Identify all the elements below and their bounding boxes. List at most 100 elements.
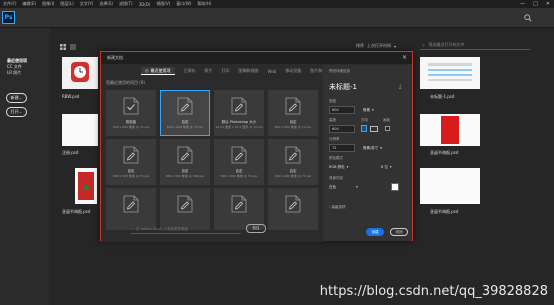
preset-card[interactable]: 剪贴板 800 x 600 像素 @ 72 ppi [106,90,156,136]
recent-file-name[interactable]: RBW.psd [62,94,79,99]
menu-help[interactable]: 帮助(H) [194,1,214,7]
chevron-down-icon: ▾ [380,146,382,150]
app-bar: Ps [0,8,554,28]
window-controls: — □ ✕ [520,0,550,8]
recent-file-thumb[interactable] [420,114,480,146]
menu-view[interactable]: 视图(V) [153,1,173,7]
preset-card[interactable] [268,188,318,234]
open-document-button[interactable]: 打开... [6,107,27,117]
recent-file-name[interactable]: 圣诞节海报.psd [430,209,458,215]
document-icon [285,146,301,164]
sort-control[interactable]: 排序 上次打开时间 ▾ [356,43,396,49]
document-icon [123,195,139,213]
go-button[interactable]: 前往 [246,224,266,233]
menu-3d[interactable]: 3D(D) [136,2,154,7]
grid-view-icon[interactable] [60,44,66,50]
menu-filter[interactable]: 滤镜(T) [116,1,136,7]
create-button[interactable]: 创建 [366,228,384,236]
preset-size: 460 x 460 像素 @ 72 ppi [274,174,312,178]
document-icon [177,195,193,213]
preset-size: 800 x 500 像素 @ 72 ppi [112,174,150,178]
menu-type[interactable]: 文字(Y) [77,1,97,7]
preset-tabs: ◷ 最近使用项 已保存 照片 打印 图稿和插图 Web 移动设备 胶片和视频 [141,67,330,75]
close-dialog-button[interactable]: 关闭 [390,228,408,236]
preset-size: 600 x 600 像素 @ 72 ppi [166,125,204,129]
menu-select[interactable]: 选择(S) [96,1,116,7]
nav-lr-photos[interactable]: LR 照片 [7,70,50,76]
preset-card[interactable]: 自定 460 x 460 像素 @ 72 ppi [268,139,318,185]
document-icon [285,97,301,115]
recent-file-thumb[interactable] [62,57,98,89]
resolution-input[interactable]: 72 [329,144,355,152]
artboard-checkbox[interactable] [385,126,390,131]
document-icon [285,195,301,213]
document-icon [231,97,247,115]
search-icon[interactable] [524,14,532,22]
search-icon: ⌕ [131,227,133,231]
close-icon[interactable]: × [402,54,407,61]
width-input[interactable]: 600 [329,106,355,114]
menu-image[interactable]: 图像(I) [39,1,57,7]
filter-recent-files[interactable]: ⊤ 筛选最近打开的文件 [420,41,530,50]
height-input[interactable]: 600 [329,125,355,133]
tab-mobile[interactable]: 移动设备 [285,67,301,75]
recent-file-name[interactable]: 圣诞节海报.psd [430,150,458,156]
menu-file[interactable]: 文件(F) [0,1,19,7]
color-mode-select[interactable]: RGB 颜色 ▾ [329,163,348,171]
preset-card[interactable]: 自定 800 x 500 像素 @ 72 ppi [214,139,264,185]
advanced-options-toggle[interactable]: › 高级选项 [329,205,346,210]
preset-card[interactable]: 自定 800 x 500 像素 @ 300 ppi [160,139,210,185]
preset-card[interactable]: 默认 Photoshop 大小 16.51 厘米 x 21.5 厘米 @ 72 p… [214,90,264,136]
width-unit-select[interactable]: 像素 ▾ [363,106,374,114]
landscape-orientation-icon[interactable] [370,126,378,132]
preset-size: 16.51 厘米 x 21.5 厘米 @ 72 ppi [215,125,263,129]
menu-bar: 文件(F) 编辑(E) 图像(I) 图层(L) 文字(Y) 选择(S) 滤镜(T… [0,0,554,8]
document-icon [177,146,193,164]
recent-file-name[interactable]: 注册.psd [62,150,78,156]
recent-file-thumb[interactable] [62,114,98,146]
filter-placeholder: 筛选最近打开的文件 [428,42,465,47]
background-color-swatch[interactable] [391,183,399,191]
background-select[interactable]: 白色 ▾ [329,183,358,191]
preset-card[interactable]: 自定 600 x 600 像素 @ 72 ppi [160,90,210,136]
tab-art-illustration[interactable]: 图稿和插图 [239,67,259,75]
list-view-icon[interactable] [70,44,76,50]
resolution-unit-select[interactable]: 像素/英寸 ▾ [363,144,382,152]
recent-file-thumb[interactable] [420,57,480,89]
maximize-button[interactable]: □ [533,1,538,7]
dialog-titlebar: 新建文档 × [101,52,412,64]
tab-recent[interactable]: ◷ 最近使用项 [141,67,175,75]
start-nav: 最近使用项 CC 文件 LR 照片 [0,58,50,76]
color-mode-label: 颜色模式 [329,156,343,160]
width-label: 宽度 [329,99,336,103]
document-name[interactable]: 未标题-1 [329,82,357,92]
close-window-button[interactable]: ✕ [546,1,550,7]
start-sidebar: 最近使用项 CC 文件 LR 照片 新建... 打开... [0,28,50,305]
preset-card[interactable]: 自定 800 x 800 像素 @ 72 ppi [268,90,318,136]
chevron-down-icon: ▾ [394,43,397,49]
watermark-url: https://blog.csdn.net/qq_39828828 [319,284,548,299]
menu-window[interactable]: 窗口(W) [173,1,194,7]
tab-print[interactable]: 打印 [222,67,230,75]
recent-file-thumb[interactable] [75,168,97,204]
chevron-down-icon: ▾ [389,165,392,169]
recent-file-name[interactable]: 未标题-1.psd [430,94,454,100]
tab-photo[interactable]: 照片 [205,67,213,75]
save-preset-icon[interactable]: ⤓ [399,84,401,90]
clock-icon: ◷ [145,68,149,73]
tab-saved[interactable]: 已保存 [184,67,196,75]
new-document-button[interactable]: 新建... [6,93,27,103]
stock-search-input[interactable]: ⌕ 在 Adobe Stock 上查找更多模板 [131,225,241,234]
minimize-button[interactable]: — [520,1,525,7]
menu-layer[interactable]: 图层(L) [57,1,76,7]
portrait-orientation-icon[interactable] [361,125,367,132]
sort-value[interactable]: 上次打开时间 [367,43,391,49]
recent-file-name[interactable]: 圣诞节海报.psd [62,209,90,215]
menu-edit[interactable]: 编辑(E) [19,1,39,7]
recent-file-thumb[interactable] [420,168,480,204]
tab-web[interactable]: Web [268,67,277,75]
bit-depth-select[interactable]: 8 位 ▾ [381,163,392,171]
document-icon [231,195,247,213]
background-label: 背景内容 [329,176,343,180]
preset-card[interactable]: 自定 800 x 500 像素 @ 72 ppi [106,139,156,185]
